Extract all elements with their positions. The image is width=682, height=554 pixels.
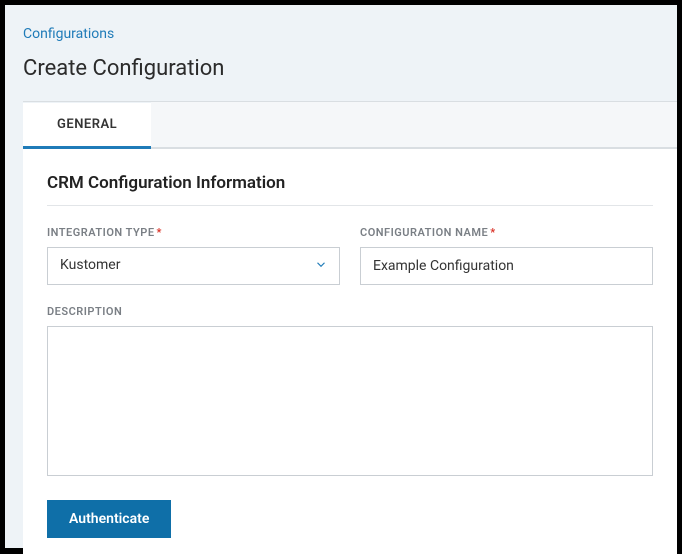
tab-general[interactable]: GENERAL (23, 103, 151, 149)
page-container: Configurations Create Configuration GENE… (5, 5, 677, 548)
required-indicator: * (157, 226, 162, 239)
form-row-1: INTEGRATION TYPE* Kustomer CONFIGURATION… (47, 226, 653, 285)
description-label: DESCRIPTION (47, 305, 653, 318)
integration-type-select-wrapper: Kustomer (47, 247, 340, 285)
breadcrumb-link-configurations[interactable]: Configurations (23, 26, 114, 42)
authenticate-button[interactable]: Authenticate (47, 500, 171, 538)
form-group-integration-type: INTEGRATION TYPE* Kustomer (47, 226, 340, 285)
configuration-name-label-text: CONFIGURATION NAME (360, 226, 488, 239)
integration-type-label-text: INTEGRATION TYPE (47, 226, 155, 239)
page-title: Create Configuration (5, 42, 677, 101)
form-group-configuration-name: CONFIGURATION NAME* (360, 226, 653, 285)
integration-type-select[interactable]: Kustomer (47, 247, 340, 285)
breadcrumb: Configurations (5, 5, 677, 42)
configuration-name-label: CONFIGURATION NAME* (360, 226, 653, 239)
required-indicator: * (490, 226, 495, 239)
integration-type-label: INTEGRATION TYPE* (47, 226, 340, 239)
description-textarea[interactable] (47, 326, 653, 476)
configuration-name-input[interactable] (360, 247, 653, 285)
tabs: GENERAL (23, 101, 677, 149)
tabs-empty-area (151, 102, 677, 148)
section-title: CRM Configuration Information (47, 173, 653, 206)
form-group-description: DESCRIPTION (47, 305, 653, 480)
content-panel: CRM Configuration Information INTEGRATIO… (23, 149, 677, 554)
